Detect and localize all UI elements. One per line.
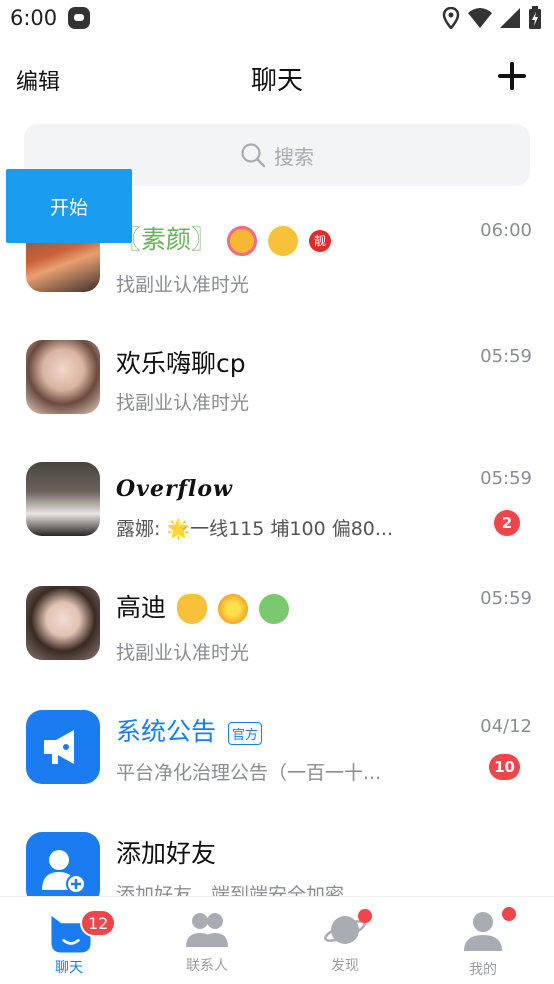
chat-preview: 找副业认准时光 (116, 274, 250, 296)
smiling-face-with-hearts-emoji (226, 226, 257, 256)
location-icon (442, 7, 460, 29)
nav-label: 发现 (331, 958, 359, 974)
liang-badge: 靓 (308, 230, 331, 252)
chat-time: 04/12 (480, 716, 532, 737)
chat-item[interactable]: 高迪 找副业认准时光 05:59 (0, 566, 554, 686)
chat-preview: 平台净化治理公告（一百一十... (116, 762, 382, 784)
megaphone-icon (44, 730, 74, 764)
chat-name: 添加好友 (116, 839, 217, 868)
official-tag: 官方 (227, 721, 262, 745)
chat-name: 系统公告 (116, 717, 217, 746)
search-placeholder: 搜索 (274, 144, 314, 169)
chat-name-row: 高迪 (116, 588, 289, 624)
chat-time: 05:59 (480, 468, 532, 489)
nav-badge-dot (358, 909, 372, 923)
chat-preview: 露娜: 🌟一线115 埔100 偏80... (116, 518, 394, 540)
chat-name-row: 系统公告 官方 (116, 712, 262, 748)
chat-name: Overflow (116, 476, 233, 502)
nav-item-profile[interactable]: 我的 (414, 897, 552, 984)
add-button[interactable] (498, 62, 526, 90)
nav-label: 联系人 (186, 958, 228, 974)
chat-item[interactable]: Overflow 露娜: 🌟一线115 埔100 偏80... 05:59 2 (0, 444, 554, 564)
unread-badge: 2 (494, 510, 520, 536)
contacts-icon (186, 913, 228, 947)
search-icon (241, 143, 266, 168)
nav-item-contacts[interactable]: 联系人 (138, 897, 276, 984)
nav-label: 聊天 (55, 960, 83, 976)
zany-face-emoji (267, 226, 298, 256)
chat-name-row: 〖素颜〗 靓 (116, 220, 331, 256)
profile-icon (464, 912, 502, 951)
status-bar: 6:00 (0, 0, 554, 38)
waving-hand-emoji (176, 594, 207, 624)
battery-icon (529, 6, 541, 29)
avatar (26, 462, 100, 536)
chat-name: 高迪 (116, 593, 167, 622)
wifi-icon (468, 8, 492, 28)
avatar (26, 832, 100, 906)
nav-item-chat[interactable]: 12 聊天 (0, 897, 138, 984)
nav-badge-dot (502, 907, 516, 921)
android-app-icon (68, 7, 90, 29)
chat-time: 06:00 (480, 220, 532, 241)
chat-preview: 找副业认准时光 (116, 642, 250, 664)
chat-item[interactable]: 系统公告 官方 平台净化治理公告（一百一十... 04/12 10 (0, 688, 554, 808)
header: 编辑 聊天 (0, 50, 554, 106)
avatar (26, 586, 100, 660)
chat-item[interactable]: 欢乐嗨聊cp 找副业认准时光 05:59 (0, 322, 554, 442)
unread-badge: 10 (489, 754, 520, 780)
page-title: 聊天 (250, 66, 303, 96)
start-button[interactable]: 开始 (6, 169, 132, 243)
chat-time: 05:59 (480, 588, 532, 609)
nav-badge: 12 (80, 909, 117, 937)
add-friend-icon (42, 850, 86, 894)
sparkle-emoji (217, 594, 248, 624)
chat-preview: 找副业认准时光 (116, 392, 250, 414)
chat-name: 欢乐嗨聊cp (116, 349, 246, 378)
nav-label: 我的 (469, 962, 497, 978)
avatar (26, 340, 100, 414)
chat-time: 05:59 (480, 346, 532, 367)
bottom-nav: 12 聊天 联系人 发现 我的 (0, 896, 554, 984)
nauseated-face-emoji (258, 594, 289, 624)
status-time: 6:00 (10, 6, 58, 30)
nav-item-discover[interactable]: 发现 (276, 897, 414, 984)
status-icons (442, 6, 542, 30)
signal-icon (500, 8, 520, 28)
avatar (26, 710, 100, 784)
